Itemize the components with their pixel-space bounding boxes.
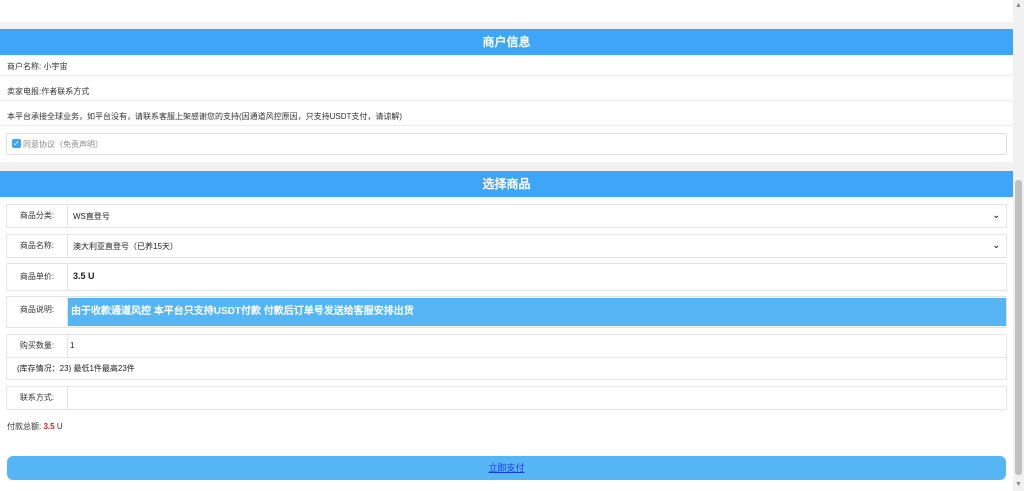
page: 商户信息 商户名称: 小宇宙 卖家电报:作者联系方式 本平台承接全球业务，如平台…	[0, 0, 1013, 491]
description-text: 由于收款通道风控 本平台只支持USDT付款 付款后订单号发送给客服安排出货	[68, 298, 1006, 326]
divider	[0, 75, 1013, 76]
description-row: 商品说明: 由于收款通道风控 本平台只支持USDT付款 付款后订单号发送给客服安…	[6, 296, 1007, 328]
price-label: 商品单价:	[7, 264, 68, 290]
stock-info: (库存情况：23) 最低1件最高23件	[17, 364, 135, 373]
quantity-label: 购买数量:	[7, 335, 68, 357]
pay-now-button[interactable]: 立即支付	[7, 456, 1006, 480]
price-row: 商品单价: 3.5 U	[6, 263, 1007, 291]
chevron-down-icon: ⌄	[992, 240, 1000, 250]
product-name-value: 澳大利亚直登号（已养15天）	[73, 242, 178, 251]
chevron-down-icon: ⌄	[992, 210, 1000, 220]
payment-total: 付款总额: 3.5 U	[7, 421, 63, 432]
seller-telegram[interactable]: 卖家电报:作者联系方式	[7, 86, 89, 97]
merchant-name-value: 小宇宙	[43, 62, 68, 71]
divider	[0, 125, 1013, 126]
category-select[interactable]: 商品分类: WS直登号 ⌄	[6, 204, 1007, 228]
section-gap	[0, 162, 1013, 171]
scroll-down-icon[interactable]: ▼	[1015, 481, 1022, 488]
agree-label[interactable]: 同意协议（免责声明）	[23, 139, 103, 150]
platform-notice: 本平台承接全球业务，如平台没有，请联系客服上架感谢您的支持(因通道风控原因，只支…	[7, 112, 403, 121]
checkmark-icon: ✓	[13, 139, 20, 148]
contact-label: 联系方式:	[7, 387, 68, 409]
scrollbar-thumb[interactable]	[1015, 180, 1022, 475]
section-gap	[0, 22, 1013, 29]
merchant-info-header: 商户信息	[0, 29, 1013, 55]
stock-info-row: (库存情况：23) 最低1件最高23件	[6, 357, 1007, 380]
merchant-name-line: 商户名称: 小宇宙	[7, 61, 67, 72]
scroll-up-icon[interactable]: ▲	[1015, 2, 1022, 9]
price-value: 3.5 U	[73, 271, 95, 281]
agree-checkbox[interactable]: ✓	[12, 139, 21, 148]
contact-field[interactable]: 联系方式:	[6, 386, 1007, 410]
category-label: 商品分类:	[7, 205, 68, 227]
top-panel	[0, 0, 1013, 22]
category-value: WS直登号	[73, 212, 110, 221]
product-name-label: 商品名称:	[7, 235, 68, 257]
quantity-field[interactable]: 购买数量: 1	[6, 334, 1007, 358]
merchant-name-label: 商户名称:	[7, 62, 42, 71]
total-label: 付款总额:	[7, 422, 42, 431]
description-label: 商品说明:	[7, 297, 68, 327]
agreement-box: ✓ 同意协议（免责声明）	[6, 133, 1007, 155]
total-unit: U	[56, 422, 63, 431]
vertical-scrollbar[interactable]: ▲ ▼	[1013, 0, 1024, 491]
select-goods-header: 选择商品	[0, 171, 1013, 197]
divider	[0, 100, 1013, 101]
total-amount: 3.5	[43, 422, 55, 431]
product-select[interactable]: 商品名称: 澳大利亚直登号（已养15天） ⌄	[6, 234, 1007, 258]
quantity-input[interactable]: 1	[70, 341, 74, 350]
